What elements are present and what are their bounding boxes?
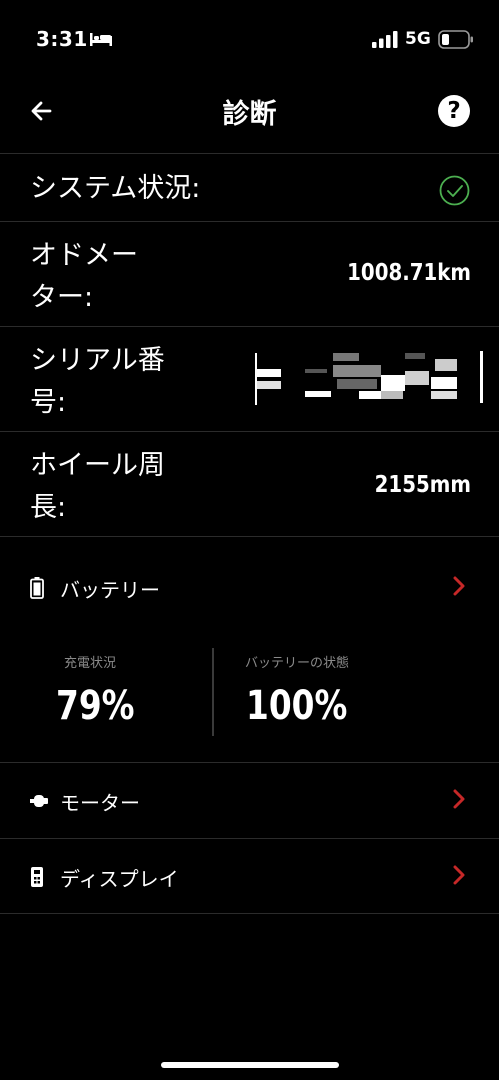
home-indicator[interactable] (161, 1062, 339, 1068)
system-status-label: システム状況: (30, 173, 201, 204)
motor-icon (30, 795, 48, 807)
wheel-label-line1: ホイール周 (30, 450, 165, 481)
battery-label: バッテリー (60, 578, 160, 602)
wheel-value: 2155mm (374, 472, 471, 498)
battery-section-row[interactable]: バッテリー (0, 550, 499, 625)
odometer-row: オドメー ター: 1008.71km (0, 222, 499, 327)
odometer-value: 1008.71km (347, 260, 471, 286)
status-time: 3:31 (36, 27, 88, 51)
battery-icon (30, 577, 44, 599)
chevron-right-icon (453, 865, 465, 885)
signal-icon (372, 31, 398, 48)
system-status-row: システム状況: (0, 155, 499, 222)
help-button[interactable]: ? (438, 95, 470, 127)
display-section-row[interactable]: ディスプレイ (0, 839, 499, 914)
serial-value-redacted (255, 351, 483, 407)
serial-label-line2: 号: (30, 387, 67, 418)
battery-health-label: バッテリーの状態 (245, 656, 350, 671)
motor-label: モーター (60, 791, 140, 815)
bed-icon (90, 33, 112, 46)
network-type: 5G (405, 29, 431, 49)
check-circle-icon (439, 175, 470, 206)
wheel-label-line2: 長: (30, 492, 67, 523)
battery-icon (438, 30, 473, 49)
battery-health-value: 100% (246, 683, 348, 729)
status-bar: 3:31 5G (0, 0, 499, 80)
charge-value: 79% (56, 683, 135, 729)
stat-divider (212, 648, 214, 736)
page-title: 診断 (222, 99, 277, 130)
serial-label-line1: シリアル番 (30, 345, 165, 376)
display-icon (31, 867, 43, 887)
charge-label: 充電状況 (64, 656, 117, 671)
serial-row: シリアル番 号: (0, 327, 499, 432)
diagnostics-screen: 3:31 5G 診断 ? システム状況: オドメー ター: 1008.71km … (0, 0, 499, 1080)
motor-section-row[interactable]: モーター (0, 763, 499, 838)
chevron-right-icon (453, 789, 465, 809)
wheel-row: ホイール周 長: 2155mm (0, 432, 499, 537)
odometer-label-line1: オドメー (30, 240, 138, 271)
display-label: ディスプレイ (60, 867, 179, 891)
divider (0, 913, 499, 914)
chevron-right-icon (453, 576, 465, 596)
odometer-label-line2: ター: (30, 282, 94, 313)
nav-bar: 診断 ? (0, 80, 499, 154)
